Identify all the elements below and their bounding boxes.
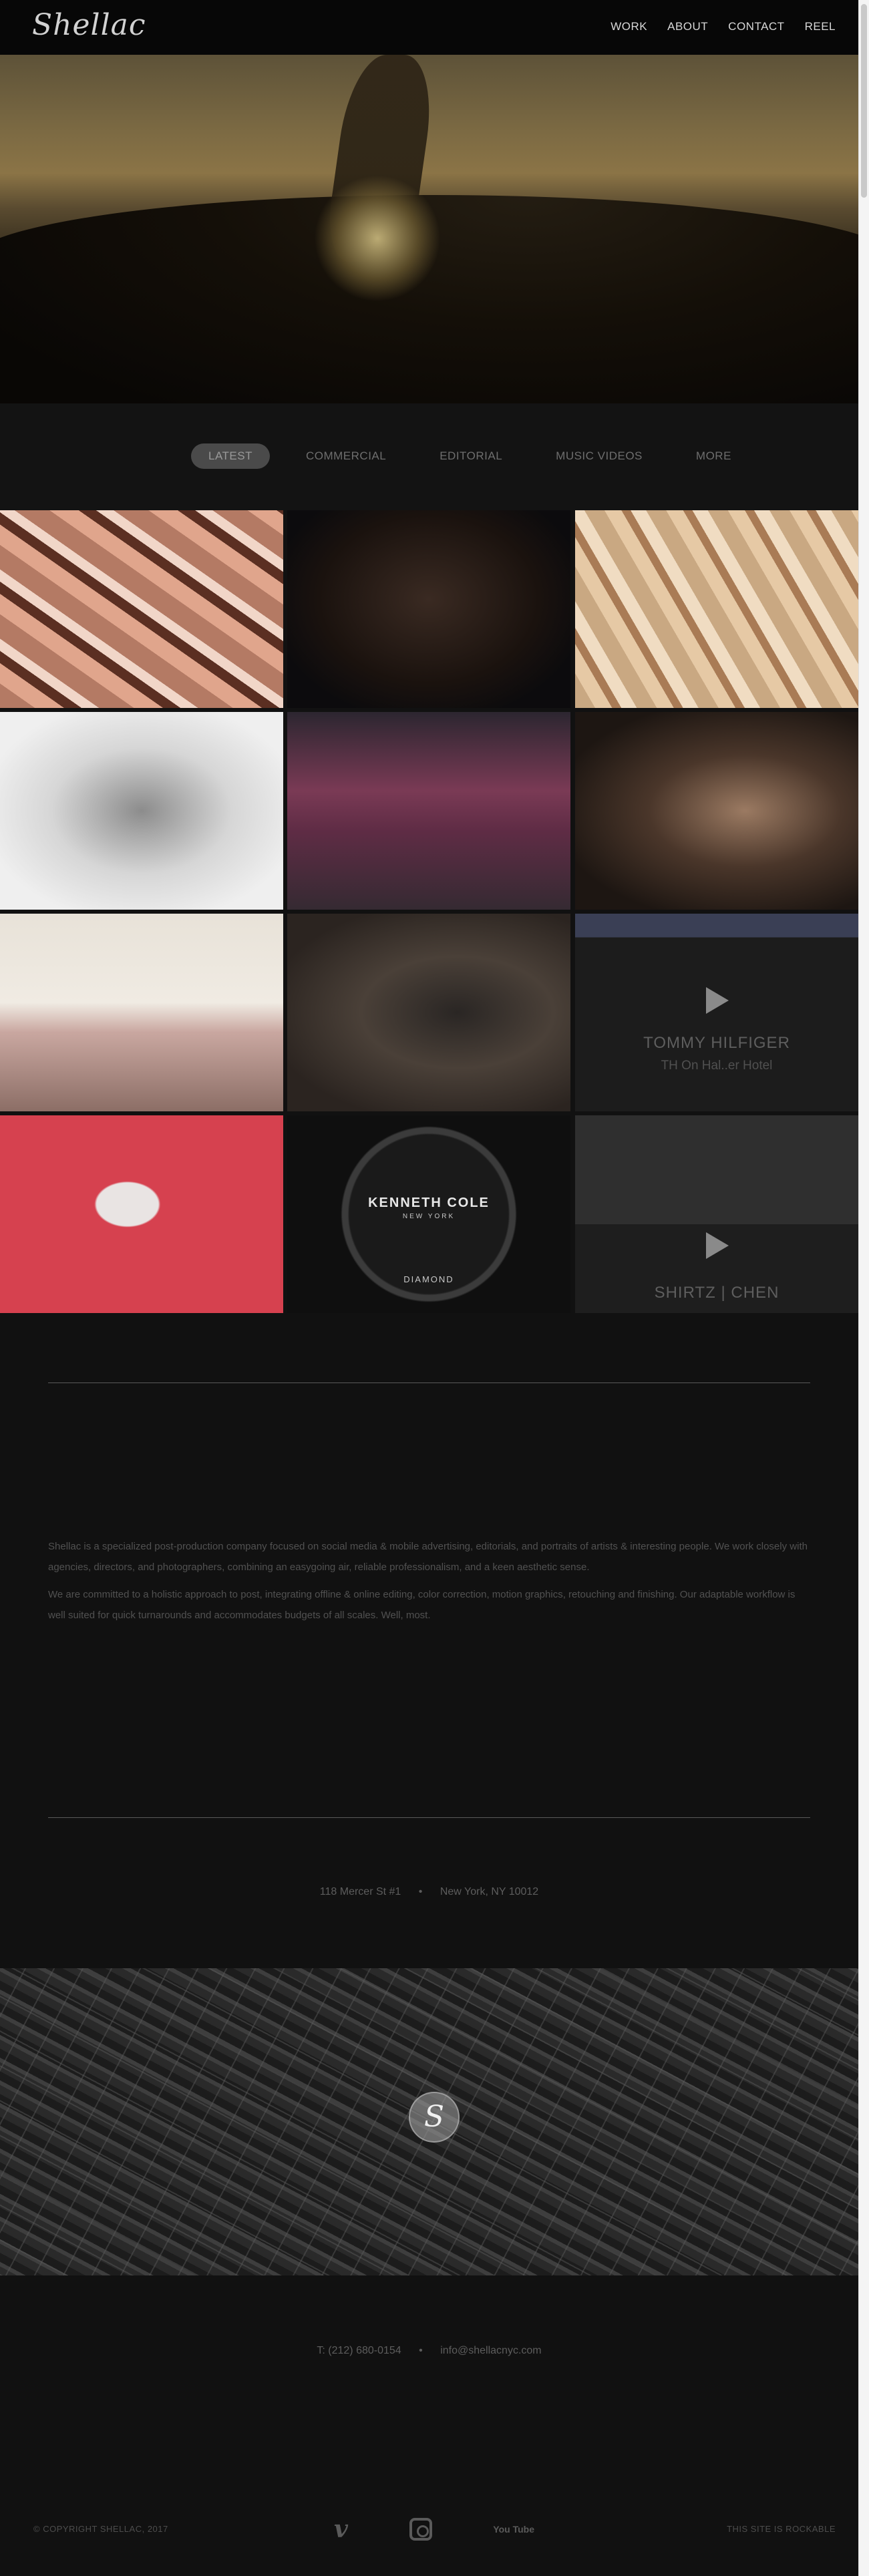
site-header: Shellac WORK ABOUT CONTACT REEL <box>0 0 858 55</box>
filter-music-videos[interactable]: MUSIC VIDEOS <box>538 443 660 469</box>
map-pin-icon[interactable]: S <box>409 2092 460 2143</box>
hero-image <box>0 55 858 403</box>
filter-latest[interactable]: LATEST <box>191 443 270 469</box>
vimeo-icon[interactable]: v <box>334 2515 348 2543</box>
contact-phone[interactable]: T: (212) 680-0154 <box>317 2345 401 2356</box>
youtube-icon[interactable]: You Tube <box>493 2525 534 2534</box>
watch-model: DIAMOND <box>403 1274 454 1284</box>
watch-brand: KENNETH COLE <box>368 1195 490 1210</box>
logo[interactable]: Shellac <box>32 8 146 42</box>
grid-tile-dancer[interactable] <box>0 712 283 910</box>
scrollbar-thumb[interactable] <box>861 4 867 198</box>
watch-sub: NEW YORK <box>402 1213 456 1220</box>
nav-contact[interactable]: CONTACT <box>728 20 784 33</box>
play-icon[interactable] <box>706 987 729 1014</box>
work-grid: TOMMY HILFIGER TH On Hal..er Hotel KENNE… <box>0 510 858 1313</box>
about-section: Shellac is a specialized post-production… <box>48 1536 810 1626</box>
grid-tile-man-jacket[interactable] <box>287 914 570 1111</box>
tile-subtitle: TH On Hal..er Hotel <box>661 1059 773 1073</box>
grid-tile-foundation[interactable] <box>575 510 858 708</box>
about-paragraph-2: We are committed to a holistic approach … <box>48 1589 796 1621</box>
filter-bar: LATEST COMMERCIAL EDITORIAL MUSIC VIDEOS… <box>0 403 858 510</box>
footer-tagline: THIS SITE IS ROCKABLE <box>727 2524 836 2534</box>
contact-email[interactable]: info@shellacnyc.com <box>440 2345 541 2356</box>
address-separator: • <box>418 1886 423 1897</box>
contact-separator: • <box>419 2345 423 2356</box>
tile-title: TOMMY HILFIGER <box>643 1034 790 1052</box>
grid-tile-two-women[interactable] <box>0 914 283 1111</box>
page-scrollbar[interactable] <box>858 0 869 2576</box>
grid-tile-airplane[interactable] <box>287 712 570 910</box>
nav-about[interactable]: ABOUT <box>667 20 708 33</box>
address: 118 Mercer St #1 • New York, NY 10012 <box>0 1886 858 1898</box>
divider-bottom <box>48 1817 810 1818</box>
grid-tile-portrait[interactable] <box>287 510 570 708</box>
play-icon[interactable] <box>706 1232 729 1259</box>
address-street: 118 Mercer St #1 <box>319 1886 401 1897</box>
grid-tile-woman-red[interactable] <box>0 1115 283 1313</box>
instagram-icon[interactable] <box>409 2518 432 2541</box>
filter-editorial[interactable]: EDITORIAL <box>422 443 520 469</box>
filter-tabs: LATEST COMMERCIAL EDITORIAL MUSIC VIDEOS… <box>191 443 749 469</box>
tile-title: SHIRTZ | CHEN <box>654 1284 779 1302</box>
grid-tile-watch[interactable]: KENNETH COLE NEW YORK DIAMOND <box>287 1115 570 1313</box>
grid-tile-tommy-hilfiger[interactable]: TOMMY HILFIGER TH On Hal..er Hotel <box>575 914 858 1111</box>
nav-reel[interactable]: REEL <box>805 20 836 33</box>
address-city: New York, NY 10012 <box>440 1886 539 1897</box>
main-nav: WORK ABOUT CONTACT REEL <box>611 20 836 33</box>
filter-more[interactable]: MORE <box>679 443 749 469</box>
contact-info: T: (212) 680-0154 • info@shellacnyc.com <box>0 2345 858 2357</box>
hero-sun-flare <box>314 175 441 302</box>
grid-tile-lipsticks[interactable] <box>0 510 283 708</box>
filter-commercial[interactable]: COMMERCIAL <box>289 443 403 469</box>
grid-tile-man-resting[interactable] <box>575 712 858 910</box>
grid-tile-shirtz-chen[interactable]: SHIRTZ | CHEN <box>575 1115 858 1313</box>
about-paragraph-1: Shellac is a specialized post-production… <box>48 1541 808 1573</box>
nav-work[interactable]: WORK <box>611 20 647 33</box>
social-links: v You Tube <box>334 2515 534 2543</box>
copyright: © COPYRIGHT SHELLAC, 2017 <box>33 2524 168 2534</box>
